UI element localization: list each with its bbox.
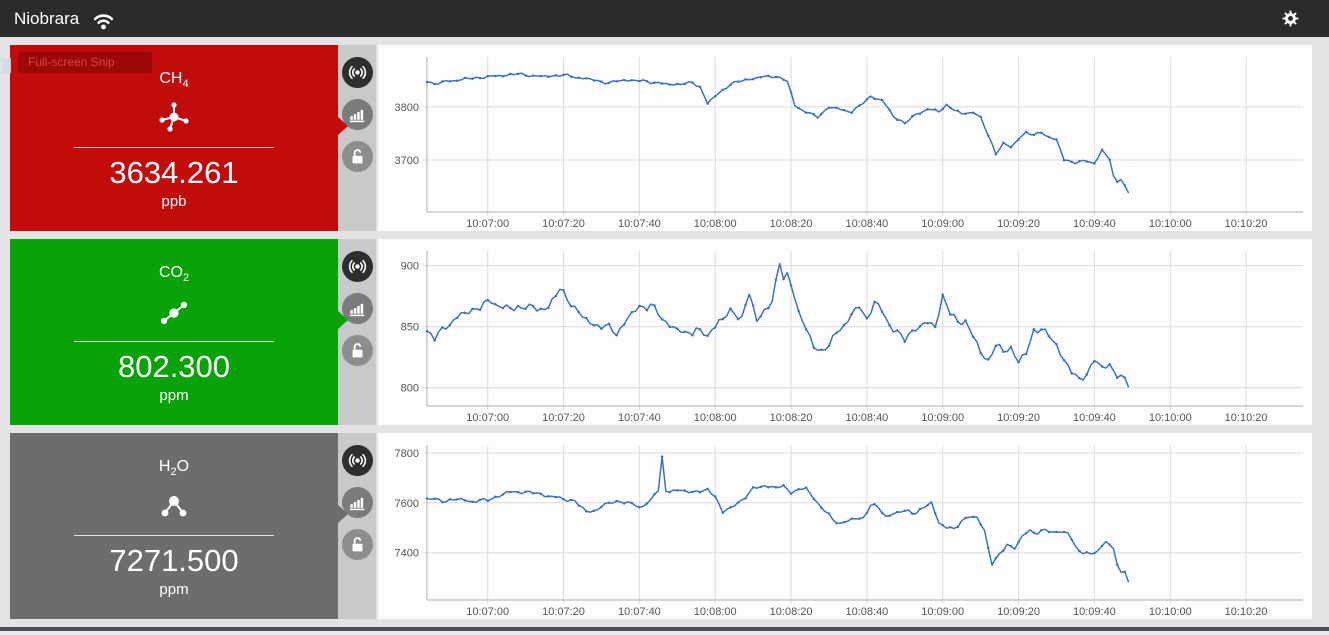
gas-formula: H2O <box>158 458 190 479</box>
gas-unit: ppb <box>161 193 187 211</box>
divider <box>74 147 274 149</box>
app-title: Niobrara <box>14 8 80 28</box>
broadcast-icon[interactable] <box>341 57 373 88</box>
svg-text:10:09:40: 10:09:40 <box>1073 412 1116 424</box>
chart-card-ch4[interactable]: 10:07:00 10:07:20 10:07:40 10:08:00 10:08:20… <box>378 45 1312 231</box>
water-molecule-icon <box>161 496 187 517</box>
svg-text:10:07:40: 10:07:40 <box>618 606 661 618</box>
svg-text:10:07:20: 10:07:20 <box>542 218 585 230</box>
divider <box>74 535 274 537</box>
gas-value: 3634.261 <box>109 155 239 191</box>
svg-text:10:08:00: 10:08:00 <box>694 606 737 618</box>
svg-text:10:07:00: 10:07:00 <box>466 218 509 230</box>
gas-row-ch4: Full-screen Snip CH4 3634.261 ppb 10:07:… <box>0 45 1329 231</box>
svg-text:10:10:20: 10:10:20 <box>1225 218 1268 230</box>
svg-text:10:09:40: 10:09:40 <box>1073 218 1116 230</box>
chart-card-co2[interactable]: 10:07:00 10:07:20 10:07:40 10:08:00 10:08:20… <box>378 239 1312 425</box>
svg-text:7400: 7400 <box>395 548 419 560</box>
svg-text:10:07:20: 10:07:20 <box>542 606 585 618</box>
svg-text:10:09:20: 10:09:20 <box>997 218 1040 230</box>
svg-text:850: 850 <box>401 322 419 334</box>
svg-text:10:10:20: 10:10:20 <box>1225 606 1268 618</box>
svg-text:10:08:00: 10:08:00 <box>694 412 737 424</box>
chart-card-h2o[interactable]: 10:07:00 10:07:20 10:07:40 10:08:00 10:08:20… <box>378 433 1312 619</box>
svg-text:10:10:00: 10:10:00 <box>1149 606 1192 618</box>
svg-text:10:10:00: 10:10:00 <box>1149 412 1192 424</box>
lock-open-icon[interactable] <box>341 529 373 560</box>
gas-unit: ppm <box>159 581 189 599</box>
gas-value: 7271.500 <box>109 543 239 579</box>
gas-formula: CH4 <box>159 70 189 91</box>
h2o-trend-chart: 10:07:00 10:07:20 10:07:40 10:08:00 10:08:20… <box>395 445 1303 618</box>
card-pointer <box>338 117 348 135</box>
wifi-icon <box>94 13 114 29</box>
svg-text:10:08:20: 10:08:20 <box>770 218 813 230</box>
svg-text:10:07:40: 10:07:40 <box>618 412 661 424</box>
icon-strip <box>338 433 376 619</box>
lock-open-icon[interactable] <box>341 335 373 366</box>
ch4-trend-chart: 10:07:00 10:07:20 10:07:40 10:08:00 10:08:20… <box>395 57 1303 230</box>
methane-molecule-icon <box>159 102 189 132</box>
svg-text:10:08:40: 10:08:40 <box>845 606 888 618</box>
co2-trend-chart: 10:07:00 10:07:20 10:07:40 10:08:00 10:08:20… <box>401 251 1303 424</box>
icon-strip <box>338 239 376 425</box>
svg-text:10:07:00: 10:07:00 <box>466 606 509 618</box>
svg-text:10:08:00: 10:08:00 <box>694 218 737 230</box>
gas-unit: ppm <box>159 387 189 405</box>
co2-molecule-icon <box>160 302 188 325</box>
svg-text:10:07:00: 10:07:00 <box>466 412 509 424</box>
gas-card-co2[interactable]: CO2 802.300 ppm <box>10 239 348 425</box>
card-pointer <box>338 311 348 329</box>
svg-text:10:08:40: 10:08:40 <box>845 218 888 230</box>
svg-text:7800: 7800 <box>395 448 419 460</box>
settings-gear-icon[interactable] <box>1280 8 1301 29</box>
svg-text:10:09:00: 10:09:00 <box>921 412 964 424</box>
svg-text:7600: 7600 <box>395 498 419 510</box>
snip-artifact <box>2 58 11 73</box>
svg-text:900: 900 <box>401 261 419 273</box>
gas-formula: CO2 <box>158 264 190 285</box>
svg-text:800: 800 <box>401 383 419 395</box>
svg-text:10:07:40: 10:07:40 <box>618 218 661 230</box>
gas-row-co2: CO2 802.300 ppm 10:07:00 10:07:20 10:07:40… <box>0 239 1329 425</box>
broadcast-icon[interactable] <box>341 251 373 282</box>
lock-open-icon[interactable] <box>341 141 373 172</box>
svg-text:10:09:20: 10:09:20 <box>997 412 1040 424</box>
gas-value: 802.300 <box>117 349 231 385</box>
snip-overlay-label: Full-screen Snip <box>18 52 152 73</box>
svg-text:10:08:20: 10:08:20 <box>770 412 813 424</box>
window-bottom-light <box>0 631 1329 635</box>
gas-row-h2o: H2O 7271.500 ppm 10:07:00 10:07:20 10:07… <box>0 433 1329 619</box>
svg-text:3800: 3800 <box>395 102 419 114</box>
svg-text:10:09:00: 10:09:00 <box>921 606 964 618</box>
svg-text:10:09:40: 10:09:40 <box>1073 606 1116 618</box>
svg-text:10:10:00: 10:10:00 <box>1149 218 1192 230</box>
svg-text:10:10:20: 10:10:20 <box>1225 412 1268 424</box>
svg-text:10:09:00: 10:09:00 <box>921 218 964 230</box>
icon-strip <box>338 45 376 231</box>
gas-card-h2o[interactable]: H2O 7271.500 ppm <box>10 433 348 619</box>
svg-text:10:09:20: 10:09:20 <box>997 606 1040 618</box>
svg-text:3700: 3700 <box>395 155 419 167</box>
broadcast-icon[interactable] <box>341 445 373 476</box>
svg-text:10:08:40: 10:08:40 <box>845 412 888 424</box>
gas-card-ch4[interactable]: Full-screen Snip CH4 3634.261 ppb <box>2 45 348 231</box>
svg-text:10:07:20: 10:07:20 <box>542 412 585 424</box>
svg-text:10:08:20: 10:08:20 <box>770 606 813 618</box>
divider <box>74 341 274 343</box>
card-pointer <box>338 505 348 523</box>
top-bar: Niobrara <box>0 0 1329 37</box>
